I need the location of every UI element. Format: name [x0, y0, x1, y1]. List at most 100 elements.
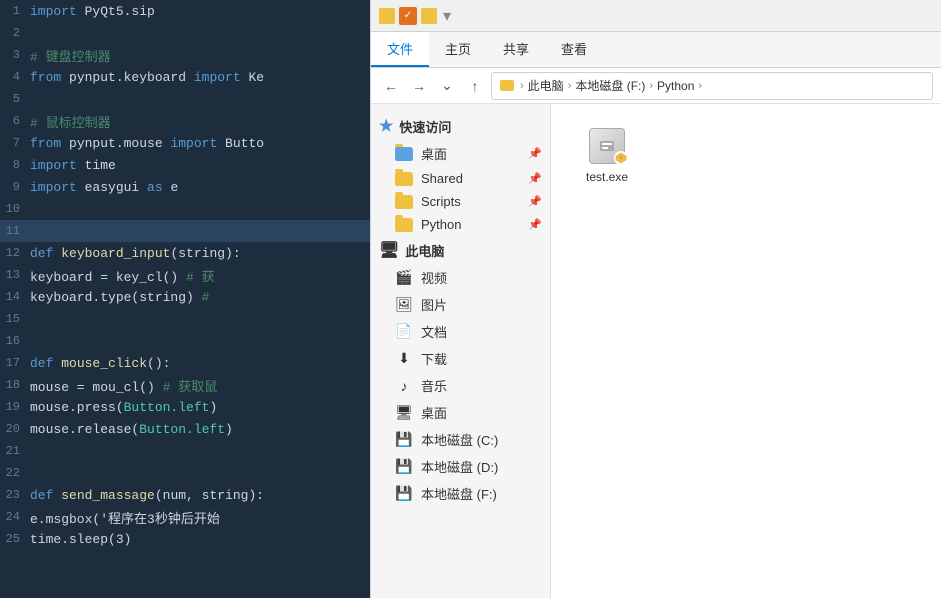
- pc-item-icon: ♪: [395, 377, 413, 395]
- folder-icon: [395, 195, 413, 209]
- sidebar-item-pc[interactable]: ⬇ 下载: [371, 345, 550, 372]
- line-number: 24: [0, 510, 30, 524]
- file-explorer: ✓ ▾ 文件主页共享查看 ← → ⌄ ↑ ›此电脑›本地磁盘 (F:)›Pyth…: [370, 0, 941, 598]
- code-line: 24 e.msgbox('程序在3秒钟后开始: [0, 506, 370, 528]
- file-area: ! test.exe: [551, 104, 941, 598]
- ribbon-tab[interactable]: 共享: [487, 32, 545, 67]
- line-number: 22: [0, 466, 30, 480]
- sidebar-item-quick[interactable]: 桌面📌: [371, 140, 550, 167]
- line-content: def mouse_click():: [30, 356, 370, 371]
- ribbon-tab[interactable]: 文件: [371, 32, 429, 67]
- sidebar-item-pc[interactable]: 💾本地磁盘 (C:): [371, 426, 550, 453]
- line-content: e.msgbox('程序在3秒钟后开始: [30, 508, 370, 527]
- code-line: 1import PyQt5.sip: [0, 0, 370, 22]
- pc-item-icon: 🎬: [395, 269, 413, 287]
- line-number: 23: [0, 488, 30, 502]
- line-number: 16: [0, 334, 30, 348]
- sidebar-item-quick[interactable]: Shared📌: [371, 167, 550, 190]
- code-line: 2: [0, 22, 370, 44]
- line-content: mouse.release(Button.left): [30, 422, 370, 437]
- pc-item-icon: ⬇: [395, 350, 413, 368]
- line-content: mouse = mou_cl() # 获取鼠: [30, 376, 370, 395]
- pin-icon: 📌: [528, 172, 542, 185]
- line-content: def keyboard_input(string):: [30, 246, 370, 261]
- exe-icon: !: [587, 126, 627, 166]
- folder-icon-title2: [421, 8, 437, 24]
- sidebar-item-quick[interactable]: Python📌: [371, 213, 550, 236]
- sidebar-item-pc[interactable]: 💾本地磁盘 (F:): [371, 480, 550, 507]
- ribbon: 文件主页共享查看: [371, 32, 941, 68]
- quick-access-header[interactable]: ★ 快速访问: [371, 112, 550, 140]
- folder-icon: [395, 147, 413, 161]
- computer-icon: 🖥: [379, 240, 399, 260]
- path-part[interactable]: 此电脑: [528, 77, 564, 94]
- file-item[interactable]: ! test.exe: [567, 120, 647, 190]
- nav-item-label: 本地磁盘 (F:): [421, 484, 497, 503]
- ribbon-tab[interactable]: 主页: [429, 32, 487, 67]
- code-line: 5: [0, 88, 370, 110]
- pc-item-icon: 🖥: [395, 404, 413, 422]
- nav-item-label: 图片: [421, 295, 447, 314]
- path-separator: ›: [649, 80, 653, 92]
- line-content: mouse.press(Button.left): [30, 400, 370, 415]
- this-pc-header[interactable]: 🖥 此电脑: [371, 236, 550, 264]
- ribbon-tab[interactable]: 查看: [545, 32, 603, 67]
- folder-icon: [395, 218, 413, 232]
- line-number: 19: [0, 400, 30, 414]
- up-button[interactable]: ↑: [463, 74, 487, 98]
- sidebar-item-quick[interactable]: Scripts📌: [371, 190, 550, 213]
- address-bar: ← → ⌄ ↑ ›此电脑›本地磁盘 (F:)›Python›: [371, 68, 941, 104]
- line-number: 9: [0, 180, 30, 194]
- nav-item-label: 下载: [421, 349, 447, 368]
- path-folder-icon: [500, 80, 514, 91]
- line-number: 10: [0, 202, 30, 216]
- code-line: 19 mouse.press(Button.left): [0, 396, 370, 418]
- pc-item-icon: 📄: [395, 323, 413, 341]
- exe-icon-main: !: [589, 128, 625, 164]
- code-line: 17def mouse_click():: [0, 352, 370, 374]
- line-number: 11: [0, 224, 30, 238]
- quick-access-label: 快速访问: [399, 117, 451, 136]
- nav-item-label: Scripts: [421, 194, 461, 209]
- back-button[interactable]: ←: [379, 74, 403, 98]
- sidebar-item-pc[interactable]: 🖥 桌面: [371, 399, 550, 426]
- code-line: 13 keyboard = key_cl() # 获: [0, 264, 370, 286]
- nav-item-label: 桌面: [421, 403, 447, 422]
- sidebar-item-pc[interactable]: 🖼图片: [371, 291, 550, 318]
- line-content: time.sleep(3): [30, 532, 370, 547]
- code-line: 11: [0, 220, 370, 242]
- line-content: # 键盘控制器: [30, 46, 370, 65]
- line-number: 3: [0, 48, 30, 62]
- line-number: 13: [0, 268, 30, 282]
- forward-button[interactable]: →: [407, 74, 431, 98]
- code-line: 22: [0, 462, 370, 484]
- code-line: 25 time.sleep(3): [0, 528, 370, 550]
- line-content: def send_massage(num, string):: [30, 488, 370, 503]
- nav-item-label: 视频: [421, 268, 447, 287]
- address-path[interactable]: ›此电脑›本地磁盘 (F:)›Python›: [491, 72, 933, 100]
- line-content: # 鼠标控制器: [30, 112, 370, 131]
- path-separator: ›: [520, 80, 524, 92]
- explorer-content: ★ 快速访问 桌面📌Shared📌Scripts📌Python📌 🖥 此电脑 🎬…: [371, 104, 941, 598]
- gear-icon: [597, 136, 617, 156]
- sidebar-item-pc[interactable]: 💾本地磁盘 (D:): [371, 453, 550, 480]
- code-line: 7from pynput.mouse import Butto: [0, 132, 370, 154]
- nav-item-label: Python: [421, 217, 461, 232]
- line-number: 25: [0, 532, 30, 546]
- code-line: 14 keyboard.type(string) #: [0, 286, 370, 308]
- title-separator: ▾: [443, 6, 451, 26]
- path-part[interactable]: Python: [657, 79, 694, 93]
- sidebar-item-pc[interactable]: 📄文档: [371, 318, 550, 345]
- exe-badge: !: [614, 151, 628, 165]
- nav-pane: ★ 快速访问 桌面📌Shared📌Scripts📌Python📌 🖥 此电脑 🎬…: [371, 104, 551, 598]
- code-line: 18 mouse = mou_cl() # 获取鼠: [0, 374, 370, 396]
- path-part[interactable]: 本地磁盘 (F:): [575, 77, 645, 94]
- nav-item-label: 本地磁盘 (C:): [421, 430, 498, 449]
- down-button[interactable]: ⌄: [435, 74, 459, 98]
- line-number: 15: [0, 312, 30, 326]
- sidebar-item-pc[interactable]: ♪音乐: [371, 372, 550, 399]
- line-number: 12: [0, 246, 30, 260]
- code-line: 6# 鼠标控制器: [0, 110, 370, 132]
- path-chevron: ›: [698, 80, 702, 92]
- sidebar-item-pc[interactable]: 🎬 视频: [371, 264, 550, 291]
